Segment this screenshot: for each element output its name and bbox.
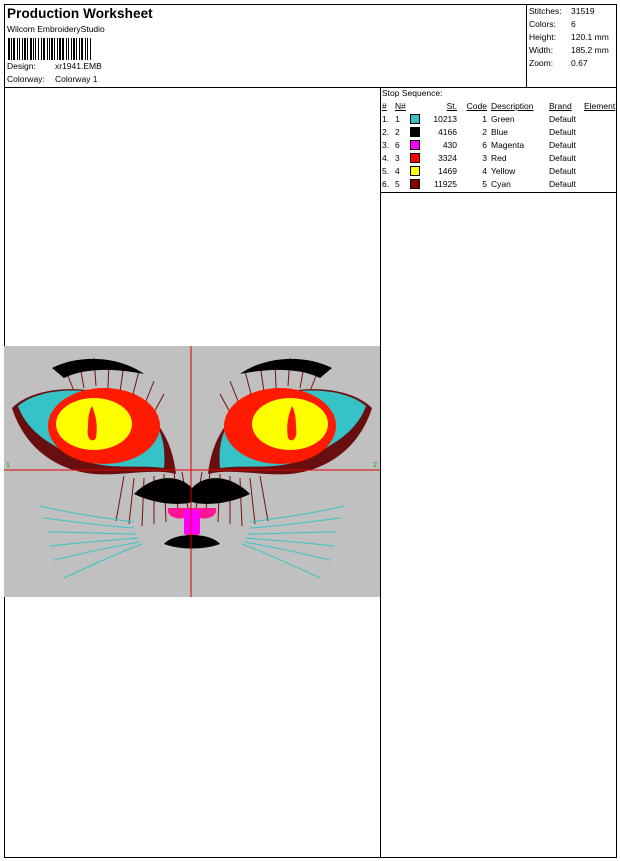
- barcode: [8, 38, 131, 60]
- row-stitches: 11925: [433, 178, 457, 189]
- row-element: [584, 112, 615, 125]
- row-stitches: 3324: [438, 152, 457, 163]
- row-element: [584, 151, 615, 164]
- color-swatch: [410, 165, 420, 176]
- axis-left-label: 1: [6, 462, 10, 469]
- row-needle: 3: [395, 152, 400, 163]
- table-row: 6. 5 11925 5 Cyan Default: [381, 177, 615, 190]
- row-code: 4: [482, 165, 487, 176]
- row-brand: Default: [549, 178, 576, 189]
- row-code: 6: [482, 139, 487, 150]
- row-stitches: 4166: [438, 126, 457, 137]
- col-element: Element: [584, 101, 616, 111]
- table-header-row: # N# St. Code Description Brand Element: [381, 100, 615, 112]
- stop-sequence-title: Stop Sequence:: [382, 88, 443, 98]
- col-index: #: [382, 101, 387, 111]
- row-element: [584, 164, 615, 177]
- header-info: Production Worksheet Wilcom EmbroiderySt…: [5, 5, 525, 87]
- color-swatch: [410, 178, 420, 189]
- row-description: Red: [491, 152, 507, 163]
- design-stats: Stitches: 31519 Colors: 6 Height: 120.1 mm …: [529, 5, 609, 70]
- row-swatch: [410, 138, 424, 151]
- row-code: 2: [482, 126, 487, 137]
- row-description: Yellow: [491, 165, 516, 176]
- row-description: Cyan: [491, 178, 511, 189]
- col-description: Description: [491, 101, 534, 111]
- colorway-value: Colorway 1: [55, 74, 98, 84]
- stat-stitches: Stitches: 31519: [529, 6, 595, 16]
- cat-eyes-embroidery-image: [4, 346, 380, 597]
- row-index: 1.: [382, 113, 390, 124]
- row-swatch: [410, 112, 424, 125]
- row-description: Magenta: [491, 139, 525, 150]
- color-swatch: [410, 126, 420, 137]
- axis-right-label: 2: [373, 462, 377, 469]
- row-stitches: 1469: [438, 165, 457, 176]
- row-swatch: [410, 125, 424, 138]
- table-bottom-rule: [381, 192, 616, 193]
- design-value: xr1941.EMB: [55, 61, 102, 71]
- colorway-label: Colorway:: [7, 74, 45, 84]
- col-needle: N#: [395, 101, 406, 111]
- design-row: Design: xr1941.EMB: [7, 61, 102, 71]
- stat-zoom: Zoom: 0.67: [529, 58, 588, 68]
- stat-width: Width: 185.2 mm: [529, 45, 609, 55]
- table-row: 3. 6 430 6 Magenta Default: [381, 138, 615, 151]
- row-index: 4.: [382, 152, 390, 163]
- row-needle: 6: [395, 139, 400, 150]
- row-element: [584, 177, 615, 190]
- color-swatch: [410, 152, 420, 163]
- table-row: 1. 1 10213 1 Green Default: [381, 112, 615, 125]
- row-element: [584, 138, 615, 151]
- col-brand: Brand: [549, 101, 572, 111]
- table-row: 2. 2 4166 2 Blue Default: [381, 125, 615, 138]
- row-code: 3: [482, 152, 487, 163]
- stat-colors: Colors: 6: [529, 19, 576, 29]
- row-code: 5: [482, 178, 487, 189]
- color-swatch: [410, 113, 420, 124]
- colorway-row: Colorway: Colorway 1: [7, 74, 98, 84]
- row-description: Blue: [491, 126, 509, 137]
- row-swatch: [410, 164, 424, 177]
- row-swatch: [410, 151, 424, 164]
- row-code: 1: [482, 113, 487, 124]
- row-brand: Default: [549, 152, 576, 163]
- color-swatch: [410, 139, 420, 150]
- header-bottom-rule: [5, 87, 616, 88]
- row-stitches: 430: [442, 139, 457, 150]
- row-swatch: [410, 177, 424, 190]
- row-stitches: 10213: [433, 113, 457, 124]
- col-stitches: St.: [446, 101, 457, 111]
- row-brand: Default: [549, 113, 576, 124]
- row-brand: Default: [549, 126, 576, 137]
- design-label: Design:: [7, 61, 36, 71]
- header-divider: [526, 5, 527, 87]
- page-title: Production Worksheet: [7, 6, 153, 21]
- row-index: 2.: [382, 126, 390, 137]
- main-divider: [380, 88, 381, 857]
- row-index: 6.: [382, 178, 390, 189]
- table-row: 5. 4 1469 4 Yellow Default: [381, 164, 615, 177]
- row-needle: 4: [395, 165, 400, 176]
- row-element: [584, 125, 615, 138]
- row-brand: Default: [549, 165, 576, 176]
- row-needle: 5: [395, 178, 400, 189]
- stat-height: Height: 120.1 mm: [529, 32, 609, 42]
- design-preview: 1 2: [4, 346, 380, 597]
- software-name: Wilcom EmbroideryStudio: [7, 24, 105, 34]
- stop-sequence-table: # N# St. Code Description Brand Element …: [381, 100, 615, 190]
- row-needle: 2: [395, 126, 400, 137]
- row-index: 3.: [382, 139, 390, 150]
- table-row: 4. 3 3324 3 Red Default: [381, 151, 615, 164]
- col-code: Code: [466, 101, 487, 111]
- row-needle: 1: [395, 113, 400, 124]
- row-description: Green: [491, 113, 515, 124]
- row-brand: Default: [549, 139, 576, 150]
- row-index: 5.: [382, 165, 390, 176]
